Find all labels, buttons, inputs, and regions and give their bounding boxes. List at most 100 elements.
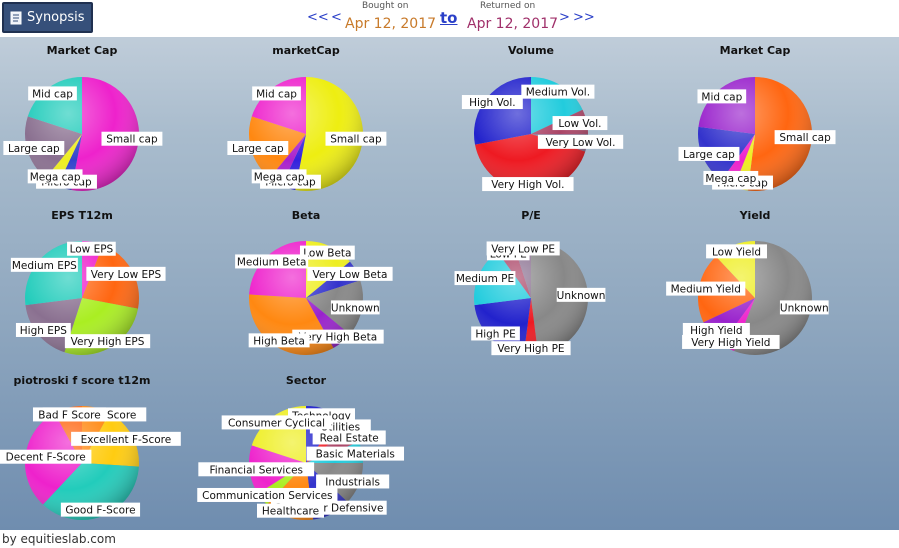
slice-label-text: Very Low PE xyxy=(491,243,555,255)
pie-chart-beta-5: Beta Low Beta Very Low Beta Unknown Very Hig… xyxy=(235,209,393,356)
slice-label-medium-vol: Medium Vol. xyxy=(521,84,595,99)
slice-label-text: Unknown xyxy=(331,302,380,314)
slice-label-good-f-score: Good F-Score xyxy=(60,502,141,517)
slice-label-text: Excellent F-Score xyxy=(81,434,172,446)
slice-label-text: Mega cap xyxy=(705,173,756,185)
slice-label-small-cap: Small cap xyxy=(325,131,387,146)
slice-label-medium-beta: Medium Beta xyxy=(235,254,309,269)
slice-label-very-high-vol: Very High Vol. xyxy=(482,177,574,192)
slice-label-large-cap: Large cap xyxy=(3,140,65,155)
slice-label-text: Mega cap xyxy=(254,171,305,183)
footer-credit: by equitieslab.com xyxy=(2,532,116,546)
chart-title: Yield xyxy=(739,209,771,222)
chart-title: marketCap xyxy=(272,44,340,57)
slice-label-mega-cap: Mega cap xyxy=(27,169,83,184)
chart-title: Beta xyxy=(292,209,321,222)
chart-title: P/E xyxy=(521,209,541,222)
pie-chart-eps-t12m-4: EPS T12m Low EPS Very Low EPS Very High EPS… xyxy=(10,209,166,355)
slice-label-text: High Beta xyxy=(253,335,305,347)
pie-chart-market-cap-3: Market CapSmall capMicro capMega capLarg… xyxy=(678,44,836,191)
slice-label-text: Very High Beta xyxy=(299,332,377,344)
slice-label-high-eps: High EPS xyxy=(15,322,71,337)
slice-label-high-vol: High Vol. xyxy=(461,95,523,110)
slice-label-medium-yield: Medium Yield xyxy=(666,281,746,296)
slice-label-very-high-pe: Very High PE xyxy=(491,341,571,356)
slice-label-mega-cap: Mega cap xyxy=(703,170,759,185)
slice-label-real-estate: Real Estate xyxy=(312,430,386,445)
slice-label-text: Very Low EPS xyxy=(91,269,162,281)
slice-label-text: High EPS xyxy=(20,325,67,337)
slice-label-healthcare: Healthcare xyxy=(256,503,324,518)
slice-label-text: Mid cap xyxy=(701,91,742,103)
slice-label-text: Real Estate xyxy=(320,432,379,444)
slice-label-text: Good F-Score xyxy=(65,505,135,517)
slice-label-text: Large cap xyxy=(683,149,735,161)
slice-label-high-pe: High PE xyxy=(471,326,520,341)
chart-title: piotroski f score t12m xyxy=(14,374,151,387)
slice-label-text: Very High Vol. xyxy=(491,179,564,191)
slice-label-text: Financial Services xyxy=(209,464,303,476)
slice-label-text: Basic Materials xyxy=(316,449,395,461)
slice-label-very-low-eps: Very Low EPS xyxy=(86,266,166,281)
slice-label-large-cap: Large cap xyxy=(227,140,289,155)
slice-label-text: Medium PE xyxy=(456,273,514,285)
slice-label-medium-eps: Medium EPS xyxy=(10,257,78,272)
slice-label-industrials: Industrials xyxy=(316,474,390,489)
pie-chart-yield-7: Yield Unknown Very High YieldHigh Yield Med… xyxy=(666,209,829,355)
slice-label-text: Bad F Score xyxy=(38,409,100,421)
slice-label-text: Communication Services xyxy=(202,490,332,502)
chart-title: EPS T12m xyxy=(51,209,113,222)
slice-label-low-yield: Low Yield xyxy=(706,244,767,259)
slice-label-text: Very High EPS xyxy=(71,336,145,348)
slice-label-mid-cap: Mid cap xyxy=(252,86,301,101)
slice-label-text: Large cap xyxy=(232,143,284,155)
slice-label-text: Industrials xyxy=(325,476,380,488)
slice-label-high-yield: High Yield xyxy=(682,322,750,337)
slice-label-text: Very Low Vol. xyxy=(546,137,616,149)
slice-label-text: Unknown xyxy=(557,290,606,302)
slice-label-text: Very High PE xyxy=(497,343,564,355)
slice-label-small-cap: Small cap xyxy=(774,130,836,145)
slice-label-communication-services: Communication Services xyxy=(197,487,338,502)
slice-label-text: Mid cap xyxy=(256,88,297,100)
slice-label-unknown: Unknown xyxy=(780,300,829,315)
pie-chart-market-cap-0: Market CapSmall capMicro capMega capLarg… xyxy=(3,44,163,191)
slice-label-basic-materials: Basic Materials xyxy=(306,446,405,461)
slice-label-text: High Yield xyxy=(690,325,742,337)
pie-chart-marketcap-1: marketCapSmall capMicro capMega capLarge… xyxy=(227,44,387,191)
slice-label-consumer-cyclical: Consumer Cyclical xyxy=(221,415,332,430)
slice-label-text: High Vol. xyxy=(469,97,516,109)
slice-label-text: Small cap xyxy=(106,134,158,146)
slice-label-mid-cap: Mid cap xyxy=(697,89,747,104)
slice-label-text: Very Low Beta xyxy=(312,269,387,281)
slice-label-very-low-pe: Very Low PE xyxy=(486,241,560,256)
slice-label-text: Low Beta xyxy=(303,248,351,260)
chart-title: Volume xyxy=(508,44,554,57)
slice-label-text: Healthcare xyxy=(262,506,319,518)
slice-label-financial-services: Financial Services xyxy=(198,462,315,477)
slice-label-text: Medium Vol. xyxy=(526,87,590,99)
slice-label-text: Medium Beta xyxy=(237,256,307,268)
slice-label-mega-cap: Mega cap xyxy=(251,169,307,184)
chart-title: Sector xyxy=(286,374,327,387)
slice-label-text: Medium Yield xyxy=(671,284,741,296)
slice-label-medium-pe: Medium PE xyxy=(454,271,516,286)
slice-label-text: Mid cap xyxy=(32,88,73,100)
slice-label-text: Low Yield xyxy=(712,246,761,258)
slice-label-text: Medium EPS xyxy=(12,260,77,272)
slice-label-very-high-eps: Very High EPS xyxy=(64,334,151,349)
slice-label-text: Small cap xyxy=(330,134,382,146)
slice-label-large-cap: Large cap xyxy=(678,146,740,161)
slice-label-small-cap: Small cap xyxy=(101,131,163,146)
slice-label-text: Mega cap xyxy=(30,171,81,183)
slice-label-text: Consumer Cyclical xyxy=(228,417,325,429)
slice-label-very-high-yield: Very High Yield xyxy=(682,334,780,349)
slice-label-very-low-vol: Very Low Vol. xyxy=(537,134,624,149)
slice-label-mid-cap: Mid cap xyxy=(28,86,77,101)
slice-label-text: Very High Yield xyxy=(691,337,770,349)
slice-label-text: Large cap xyxy=(8,143,60,155)
pie-chart-volume-2: Volume Medium Vol. Low Vol. Very Low Vol. Ve… xyxy=(461,44,624,192)
slice-label-unknown: Unknown xyxy=(557,287,606,302)
slice-label-low-eps: Low EPS xyxy=(67,241,116,256)
chart-title: Market Cap xyxy=(47,44,118,57)
